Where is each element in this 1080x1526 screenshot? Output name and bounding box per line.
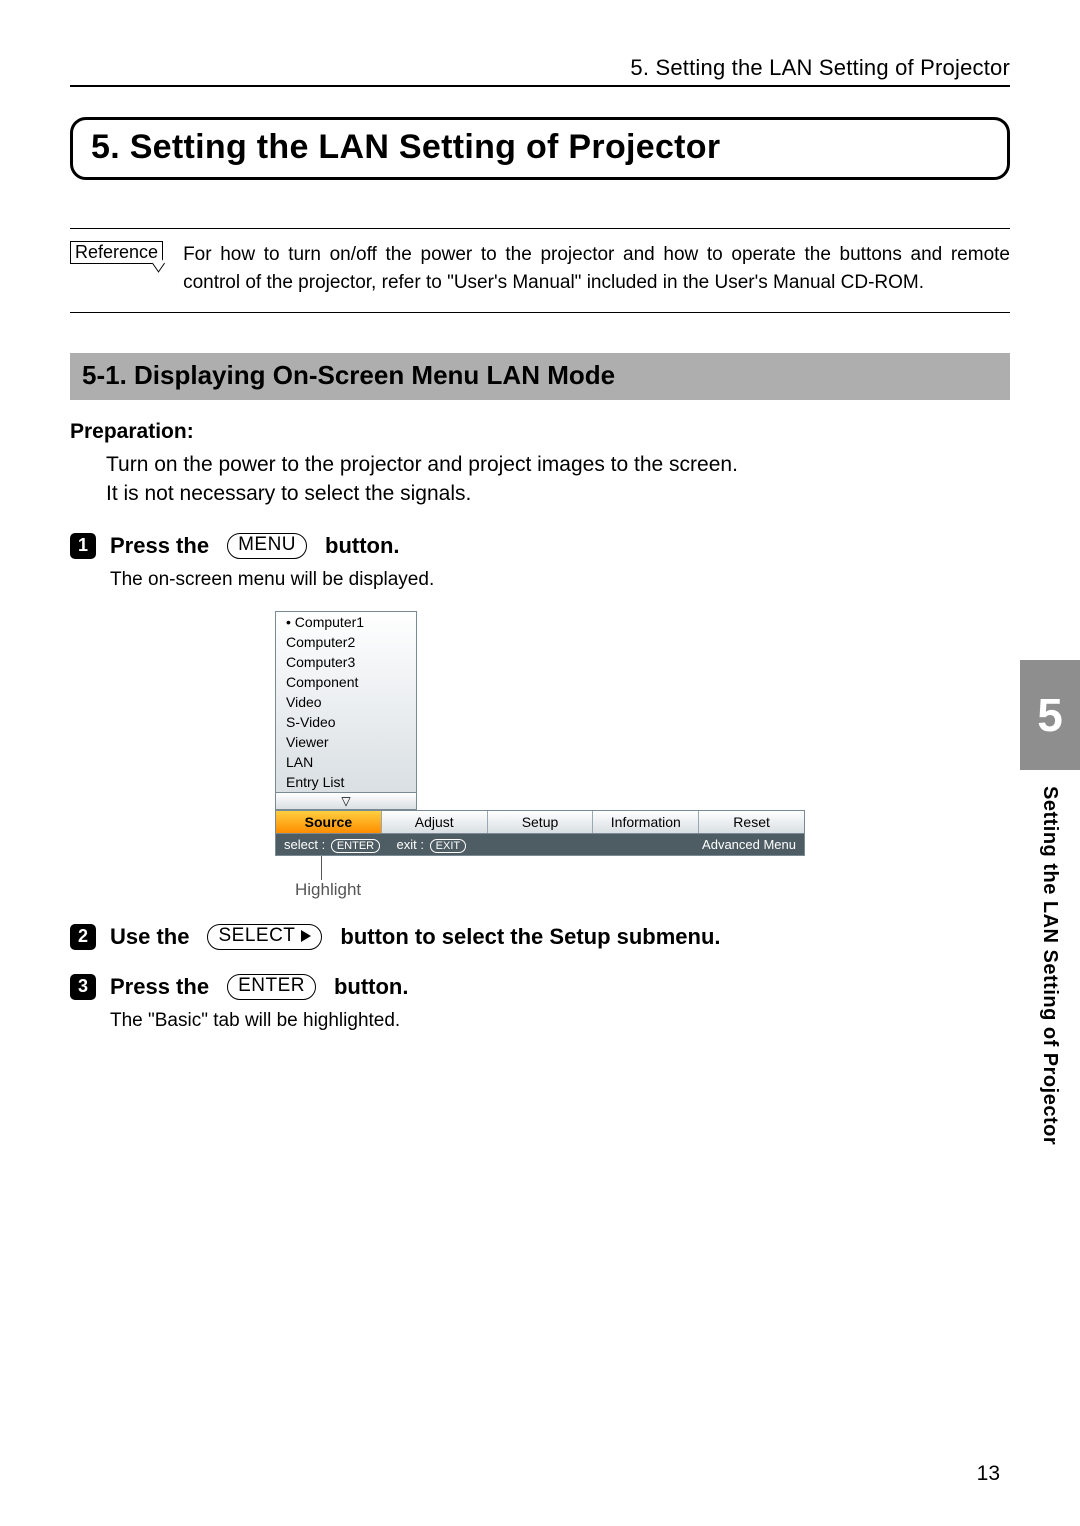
- osd-tab-adjust: Adjust: [382, 811, 488, 833]
- step-2: 2 Use the SELECT button to select the Se…: [70, 924, 1010, 950]
- osd-screenshot: Computer1 Computer2 Computer3 Component …: [275, 611, 805, 900]
- header-rule: [70, 85, 1010, 87]
- osd-tabs: Source Adjust Setup Information Reset: [275, 810, 805, 834]
- step-3-note: The "Basic" tab will be highlighted.: [110, 1010, 1010, 1032]
- step-2-text-pre: Use the: [110, 924, 189, 950]
- preparation-line-1: Turn on the power to the projector and p…: [106, 450, 1010, 479]
- running-head: 5. Setting the LAN Setting of Projector: [70, 55, 1010, 81]
- osd-tab-source: Source: [276, 811, 382, 833]
- step-1: 1 Press the MENU button.: [70, 533, 1010, 559]
- step-1-note: The on-screen menu will be displayed.: [110, 569, 1010, 591]
- step-3-text-post: button.: [334, 974, 409, 1000]
- page-number: 13: [977, 1462, 1000, 1486]
- step-1-text-pre: Press the: [110, 533, 209, 559]
- osd-item: Entry List: [276, 772, 416, 792]
- section-heading: 5-1. Displaying On-Screen Menu LAN Mode: [70, 353, 1010, 400]
- reference-block: Reference For how to turn on/off the pow…: [70, 228, 1010, 313]
- preparation-label: Preparation:: [70, 420, 1010, 444]
- triangle-right-icon: [301, 930, 311, 942]
- step-number-icon: 2: [70, 924, 96, 950]
- preparation-body: Turn on the power to the projector and p…: [106, 450, 1010, 509]
- reference-text: For how to turn on/off the power to the …: [183, 241, 1010, 296]
- menu-button-pill: MENU: [227, 533, 307, 559]
- osd-status-right: Advanced Menu: [702, 837, 796, 852]
- preparation-line-2: It is not necessary to select the signal…: [106, 479, 1010, 508]
- osd-item: Computer3: [276, 652, 416, 672]
- osd-status-left: select : ENTER exit : EXIT: [284, 837, 468, 852]
- side-chapter-number: 5: [1020, 660, 1080, 770]
- step-3: 3 Press the ENTER button.: [70, 974, 1010, 1000]
- osd-item: LAN: [276, 752, 416, 772]
- osd-item: S-Video: [276, 712, 416, 732]
- step-number-icon: 3: [70, 974, 96, 1000]
- step-1-text-post: button.: [325, 533, 400, 559]
- osd-tab-setup: Setup: [488, 811, 594, 833]
- osd-tab-information: Information: [593, 811, 699, 833]
- step-3-text-pre: Press the: [110, 974, 209, 1000]
- osd-item: Video: [276, 692, 416, 712]
- enter-button-pill: ENTER: [227, 974, 316, 1000]
- osd-down-icon: ▽: [275, 793, 417, 810]
- reference-label: Reference: [70, 241, 163, 264]
- select-right-button-pill: SELECT: [207, 924, 322, 950]
- osd-item: Computer2: [276, 632, 416, 652]
- osd-item: Viewer: [276, 732, 416, 752]
- osd-item: Component: [276, 672, 416, 692]
- osd-exit-pill: EXIT: [430, 839, 466, 853]
- osd-status-bar: select : ENTER exit : EXIT Advanced Menu: [275, 834, 805, 856]
- step-number-icon: 1: [70, 533, 96, 559]
- highlight-pointer-line: [321, 856, 805, 880]
- chapter-title: 5. Setting the LAN Setting of Projector: [91, 128, 720, 166]
- osd-item: Computer1: [276, 612, 416, 632]
- side-chapter-title: Setting the LAN Setting of Projector: [1038, 786, 1061, 1145]
- step-2-text-post: button to select the Setup submenu.: [340, 924, 720, 950]
- osd-enter-pill: ENTER: [331, 839, 380, 853]
- chapter-heading: 5. Setting the LAN Setting of Projector: [70, 117, 1010, 180]
- osd-source-list: Computer1 Computer2 Computer3 Component …: [275, 611, 417, 793]
- highlight-caption: Highlight: [295, 880, 805, 900]
- side-thumb-tab: 5 Setting the LAN Setting of Projector: [1020, 660, 1080, 1145]
- osd-tab-reset: Reset: [699, 811, 804, 833]
